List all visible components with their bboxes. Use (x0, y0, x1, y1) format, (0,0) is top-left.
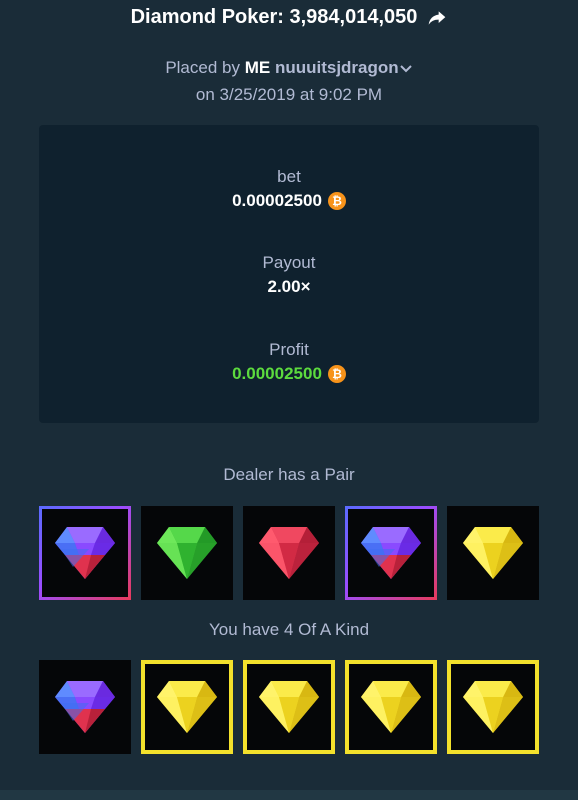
profit-label: Profit (269, 340, 309, 359)
player-card-2 (141, 660, 233, 754)
profit-stat: Profit 0.00002500 ₿ (39, 340, 539, 384)
bet-value-row: 0.00002500 ₿ (39, 191, 539, 211)
bet-title-row: Diamond Poker: 3,984,014,050 (0, 6, 578, 29)
green-gem-icon (155, 525, 219, 581)
red-gem-icon (257, 525, 321, 581)
blue-red-gem-icon (53, 679, 117, 735)
profit-value: 0.00002500 (232, 364, 322, 383)
payout-stat: Payout 2.00× (39, 253, 539, 297)
me-badge: ME (244, 58, 271, 77)
player-card-4 (345, 660, 437, 754)
page-title: Diamond Poker: 3,984,014,050 (130, 6, 418, 28)
dealer-card-4 (345, 506, 437, 600)
dealer-card-5 (447, 506, 539, 600)
dealer-card-1 (39, 506, 131, 600)
player-hand (39, 660, 539, 754)
bet-stat: bet 0.00002500 ₿ (39, 167, 539, 211)
username-link[interactable]: nuuuitsjdragon (275, 58, 399, 77)
bet-date: on 3/25/2019 at 9:02 PM (195, 85, 383, 104)
blue-red-gem-icon (359, 525, 423, 581)
dealer-hand (39, 506, 539, 600)
dealer-hand-label: Dealer has a Pair (223, 465, 355, 484)
yellow-gem-icon (461, 679, 525, 735)
bet-stats-card: bet 0.00002500 ₿ Payout 2.00× Profit 0.0… (39, 125, 539, 423)
bet-value: 0.00002500 (232, 191, 322, 210)
share-icon[interactable] (427, 8, 447, 28)
dealer-card-2 (141, 506, 233, 600)
svg-text:₿: ₿ (332, 367, 342, 381)
blue-red-gem-icon (53, 525, 117, 581)
profit-value-row: 0.00002500 ₿ (39, 364, 539, 384)
player-card-5 (447, 660, 539, 754)
dealer-card-3 (243, 506, 335, 600)
placed-by-prefix: Placed by (165, 58, 240, 77)
bottom-bar (0, 790, 578, 800)
chevron-down-icon[interactable] (399, 62, 413, 76)
yellow-gem-icon (155, 679, 219, 735)
yellow-gem-icon (257, 679, 321, 735)
bitcoin-icon: ₿ (327, 365, 346, 383)
yellow-gem-icon (461, 525, 525, 581)
placed-by-row: Placed by ME nuuuitsjdragon (0, 58, 578, 78)
payout-value: 2.00× (267, 277, 311, 296)
player-hand-label: You have 4 Of A Kind (208, 620, 370, 639)
bitcoin-icon: ₿ (327, 192, 346, 210)
player-card-1 (39, 660, 131, 754)
payout-label: Payout (262, 253, 316, 272)
player-card-3 (243, 660, 335, 754)
bet-label: bet (277, 167, 301, 186)
yellow-gem-icon (359, 679, 423, 735)
svg-text:₿: ₿ (332, 194, 342, 208)
